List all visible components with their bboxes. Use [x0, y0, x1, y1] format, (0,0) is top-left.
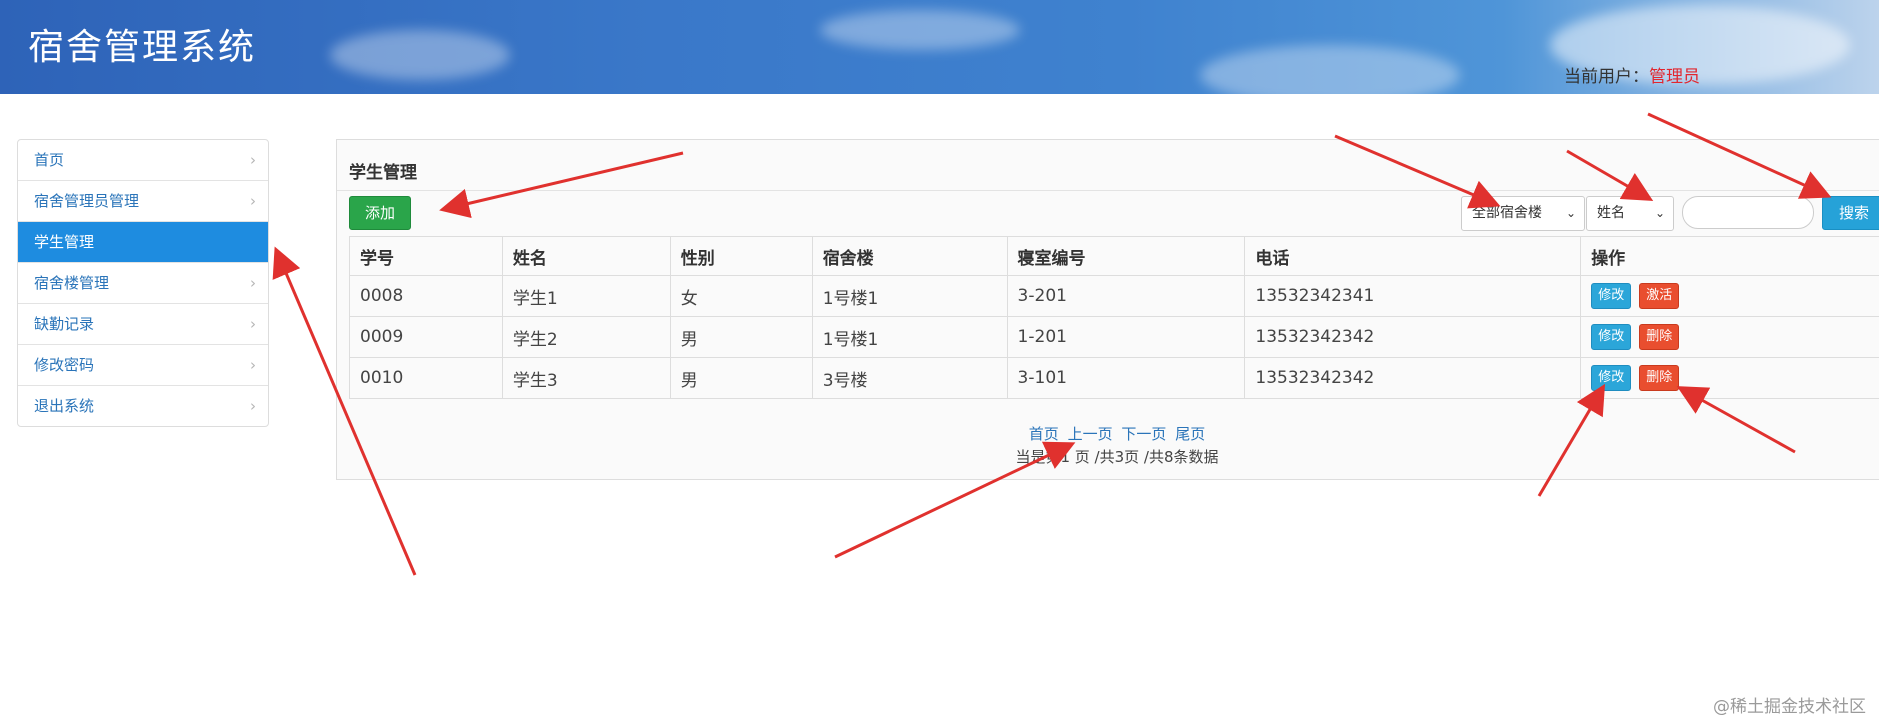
current-user-label: 当前用户： — [1564, 67, 1649, 87]
student-room: 3-101 — [1006, 357, 1246, 399]
student-gender: 女 — [669, 275, 813, 317]
sidebar-item-buildings[interactable]: 宿舍楼管理 › — [18, 263, 268, 304]
chevron-right-icon: › — [250, 151, 256, 169]
table-header-row: 学号 姓名 性别 宿舍楼 寝室编号 电话 操作 — [349, 236, 1879, 276]
field-select-value: 姓名 — [1597, 205, 1625, 221]
add-button[interactable]: 添加 — [349, 196, 411, 230]
sidebar-item-home[interactable]: 首页 › — [18, 140, 268, 181]
student-id: 0009 — [349, 316, 503, 358]
sidebar-item-change-password[interactable]: 修改密码 › — [18, 345, 268, 386]
sidebar-item-label: 修改密码 — [34, 356, 95, 374]
sidebar-item-label: 缺勤记录 — [34, 315, 95, 333]
search-button[interactable]: 搜索 — [1822, 196, 1879, 230]
chevron-right-icon: › — [250, 315, 256, 333]
column-header: 学号 — [349, 236, 503, 276]
edit-button[interactable]: 修改 — [1591, 365, 1632, 391]
current-user-role[interactable]: 管理员 — [1649, 67, 1700, 87]
sidebar-nav: 首页› 宿舍管理员管理› 学生管理› 宿舍楼管理› 缺勤记录› 修改密码› 退出… — [17, 139, 269, 427]
student-building: 3号楼 — [811, 357, 1008, 399]
panel-title: 学生管理 — [349, 163, 417, 183]
sidebar-item-label: 宿舍管理员管理 — [34, 192, 140, 210]
student-name: 学生2 — [501, 316, 671, 358]
cloud-decoration — [1200, 45, 1460, 94]
student-phone: 13532342342 — [1244, 316, 1582, 358]
building-select-value: 全部宿舍楼 — [1472, 205, 1542, 221]
pager-first-link[interactable]: 首页 — [1029, 425, 1059, 443]
chevron-right-icon: › — [250, 397, 256, 415]
header-bar: 宿舍管理系统 当前用户：管理员 — [0, 0, 1879, 94]
delete-button[interactable]: 删除 — [1639, 324, 1680, 350]
student-gender: 男 — [669, 357, 813, 399]
student-building: 1号楼1 — [811, 316, 1008, 358]
column-header: 电话 — [1244, 236, 1582, 276]
divider — [337, 190, 1879, 191]
cloud-decoration — [820, 10, 1020, 50]
student-building: 1号楼1 — [811, 275, 1008, 317]
student-id: 0008 — [349, 275, 503, 317]
sidebar-item-logout[interactable]: 退出系统 › — [18, 386, 268, 426]
sidebar-item-label: 退出系统 — [34, 397, 95, 415]
app-title: 宿舍管理系统 — [28, 27, 257, 68]
search-input[interactable] — [1682, 196, 1814, 229]
sidebar-item-label: 学生管理 — [34, 233, 95, 251]
delete-button[interactable]: 删除 — [1639, 365, 1680, 391]
chevron-right-icon: › — [250, 356, 256, 374]
chevron-down-icon: ⌄ — [1654, 206, 1665, 220]
edit-button[interactable]: 修改 — [1591, 283, 1632, 309]
current-user: 当前用户：管理员 — [1564, 62, 1700, 87]
pager-last-link[interactable]: 尾页 — [1175, 425, 1205, 443]
sidebar-item-label: 首页 — [34, 151, 65, 169]
student-room: 1-201 — [1006, 316, 1246, 358]
chevron-down-icon: ⌄ — [1565, 206, 1576, 220]
student-phone: 13532342341 — [1244, 275, 1582, 317]
pager-prev-link[interactable]: 上一页 — [1068, 425, 1113, 443]
column-header: 姓名 — [501, 236, 671, 276]
sidebar-item-students[interactable]: 学生管理› — [18, 222, 268, 263]
student-name: 学生3 — [501, 357, 671, 399]
row-actions: 修改 删除 — [1580, 316, 1879, 358]
table-row: 0010 学生3 男 3号楼 3-101 13532342342 修改 删除 — [349, 357, 1879, 399]
pager-info: 当是第1 页 /共3页 /共8条数据 — [1015, 448, 1219, 466]
building-select[interactable]: 全部宿舍楼 ⌄ — [1461, 196, 1585, 231]
column-header: 寝室编号 — [1006, 236, 1246, 276]
sidebar-item-dorm-admins[interactable]: 宿舍管理员管理 › — [18, 181, 268, 222]
student-id: 0010 — [349, 357, 503, 399]
field-select[interactable]: 姓名 ⌄ — [1586, 196, 1674, 231]
student-table: 学号 姓名 性别 宿舍楼 寝室编号 电话 操作 0008 学生1 女 1号楼1 … — [349, 236, 1879, 399]
table-row: 0008 学生1 女 1号楼1 3-201 13532342341 修改 激活 — [349, 275, 1879, 317]
column-header: 宿舍楼 — [811, 236, 1008, 276]
activate-button[interactable]: 激活 — [1639, 283, 1680, 309]
column-header: 性别 — [669, 236, 813, 276]
watermark: @稀土掘金技术社区 — [1713, 697, 1866, 717]
pager-next-link[interactable]: 下一页 — [1121, 425, 1166, 443]
chevron-right-icon: › — [250, 274, 256, 292]
chevron-right-icon: › — [250, 192, 256, 210]
student-room: 3-201 — [1006, 275, 1246, 317]
edit-button[interactable]: 修改 — [1591, 324, 1632, 350]
student-panel: 学生管理 添加 全部宿舍楼 ⌄ 姓名 ⌄ 搜索 学号 姓名 性别 宿舍楼 寝室编号 … — [336, 139, 1879, 480]
row-actions: 修改 删除 — [1580, 357, 1879, 399]
table-row: 0009 学生2 男 1号楼1 1-201 13532342342 修改 删除 — [349, 316, 1879, 358]
student-phone: 13532342342 — [1244, 357, 1582, 399]
sidebar-item-label: 宿舍楼管理 — [34, 274, 110, 292]
row-actions: 修改 激活 — [1580, 275, 1879, 317]
column-header: 操作 — [1580, 236, 1879, 276]
student-gender: 男 — [669, 316, 813, 358]
student-name: 学生1 — [501, 275, 671, 317]
pagination: 首页 上一页 下一页 尾页 — [337, 423, 1879, 444]
sidebar-item-absence[interactable]: 缺勤记录 › — [18, 304, 268, 345]
cloud-decoration — [330, 30, 510, 80]
